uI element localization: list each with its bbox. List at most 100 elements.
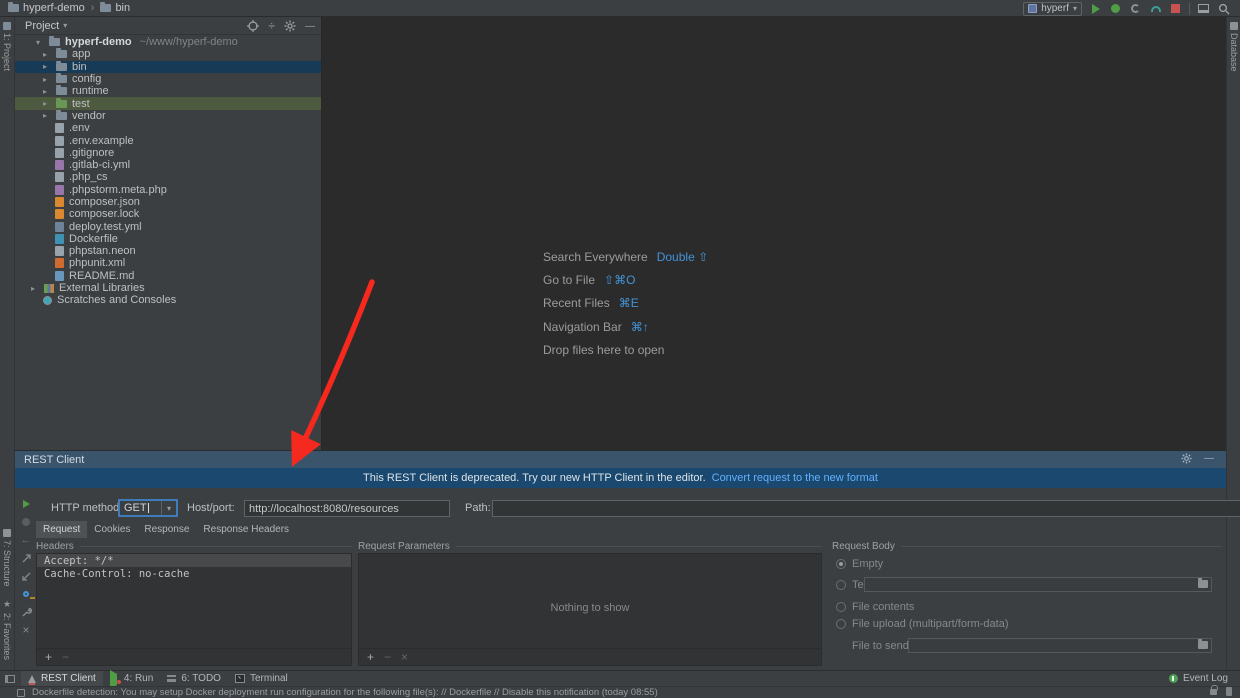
toolwindow-switcher-icon[interactable]: [5, 675, 15, 683]
bottom-tab-terminal[interactable]: Terminal: [228, 671, 295, 687]
wrench-icon: [21, 607, 32, 618]
close-panel-button[interactable]: ×: [15, 621, 37, 639]
notification-icon[interactable]: [17, 689, 25, 697]
status-bar-right: [1210, 687, 1232, 696]
locate-icon[interactable]: [247, 20, 259, 32]
tab-response-headers[interactable]: Response Headers: [196, 521, 296, 538]
hide-panel-icon[interactable]: —: [1204, 453, 1214, 464]
bottom-tab-rest-client[interactable]: REST Client: [21, 671, 103, 687]
clear-parameters-button[interactable]: ×: [401, 650, 408, 664]
run-button[interactable]: [1089, 2, 1102, 15]
tab-response[interactable]: Response: [137, 521, 196, 538]
host-port-input[interactable]: [244, 500, 450, 517]
radio-file-contents[interactable]: File contents: [836, 601, 914, 613]
tree-item-vendor[interactable]: ▸ vendor: [15, 110, 321, 122]
tree-item-scratches[interactable]: Scratches and Consoles: [15, 294, 321, 306]
shortcut-label: Drop files here to open: [543, 343, 664, 357]
event-log-icon: [1169, 674, 1178, 683]
tree-item-external-libraries[interactable]: ▸ External Libraries: [15, 282, 321, 294]
header-row-cache-control[interactable]: Cache-Control: no-cache: [37, 567, 351, 580]
headers-list[interactable]: Accept: */* Cache-Control: no-cache + −: [36, 553, 352, 666]
project-panel-title[interactable]: Project: [25, 20, 59, 32]
tree-item-phpstan-neon[interactable]: phpstan.neon: [15, 245, 321, 257]
remove-parameter-button[interactable]: −: [384, 650, 391, 664]
tab-cookies[interactable]: Cookies: [87, 521, 137, 538]
folder-icon: [49, 38, 60, 46]
export-request-button[interactable]: [15, 549, 37, 567]
scratches-icon: [43, 296, 52, 305]
tree-item-phpstorm-meta[interactable]: .phpstorm.meta.php: [15, 184, 321, 196]
tree-item-root[interactable]: ▾ hyperf-demo ~/www/hyperf-demo: [15, 36, 321, 48]
import-request-button[interactable]: [15, 567, 37, 585]
gear-icon[interactable]: [1181, 453, 1192, 464]
radio-empty[interactable]: Empty: [836, 558, 883, 570]
stop-button[interactable]: [1169, 2, 1182, 15]
tree-item-bin[interactable]: ▸ bin: [15, 61, 321, 73]
bottom-tab-run[interactable]: 4: Run: [103, 671, 160, 687]
file-to-send-input[interactable]: [908, 638, 1212, 653]
lock-icon[interactable]: [1210, 689, 1217, 695]
radio-file-upload[interactable]: File upload (multipart/form-data): [836, 618, 1009, 630]
sidebar-tab-project[interactable]: 1: Project: [2, 22, 12, 71]
replay-recent-button[interactable]: ←: [15, 531, 37, 549]
tree-item-deploy-test-yml[interactable]: deploy.test.yml: [15, 220, 321, 232]
tree-item-config[interactable]: ▸ config: [15, 73, 321, 85]
sidebar-tab-database[interactable]: Database: [1229, 22, 1239, 72]
project-tab-label: 1: Project: [2, 33, 12, 71]
http-method-select[interactable]: GET ▾: [118, 499, 178, 517]
rest-client-header[interactable]: REST Client: [15, 451, 1226, 468]
favorites-tab-label: 2: Favorites: [2, 613, 12, 660]
search-everywhere-button[interactable]: [1217, 2, 1230, 15]
remove-header-button[interactable]: −: [62, 650, 69, 664]
browse-folder-icon[interactable]: [1198, 641, 1208, 649]
add-parameter-button[interactable]: +: [367, 650, 374, 664]
root-path: ~/www/hyperf-demo: [140, 36, 238, 48]
gear-icon[interactable]: [284, 20, 296, 32]
tree-item-phpunit-xml[interactable]: phpunit.xml: [15, 257, 321, 269]
tree-item-readme[interactable]: README.md: [15, 270, 321, 282]
coverage-button[interactable]: [1129, 2, 1142, 15]
submit-request-button[interactable]: [15, 495, 37, 513]
tree-item-dockerfile[interactable]: Dockerfile: [15, 233, 321, 245]
tab-request[interactable]: Request: [36, 521, 87, 538]
toolwindow-button[interactable]: [1197, 2, 1210, 15]
tree-item-gitlab-ci[interactable]: .gitlab-ci.yml: [15, 159, 321, 171]
header-row-accept[interactable]: Accept: */*: [37, 554, 351, 567]
tree-item-composer-json[interactable]: composer.json: [15, 196, 321, 208]
settings-button[interactable]: [15, 603, 37, 621]
status-message[interactable]: Dockerfile detection: You may setup Dock…: [32, 687, 658, 698]
breadcrumb-project[interactable]: hyperf-demo: [23, 2, 85, 14]
event-log-button[interactable]: Event Log: [1169, 670, 1228, 686]
browse-folder-icon[interactable]: [1198, 580, 1208, 588]
indexing-status-icon[interactable]: [1226, 687, 1232, 696]
sidebar-tab-favorites[interactable]: ★ 2: Favorites: [2, 599, 12, 660]
convert-request-link[interactable]: Convert request to the new format: [712, 472, 878, 484]
tree-item-composer-lock[interactable]: composer.lock: [15, 208, 321, 220]
editor-area[interactable]: Search EverywhereDouble ⇧ Go to File⇧⌘O …: [322, 17, 1226, 450]
editor-empty-state: Search EverywhereDouble ⇧ Go to File⇧⌘O …: [543, 245, 708, 361]
tree-item-gitignore[interactable]: .gitignore: [15, 147, 321, 159]
tree-item-app[interactable]: ▸ app: [15, 48, 321, 60]
sidebar-tab-structure[interactable]: 7: Structure: [2, 529, 12, 587]
path-input[interactable]: [492, 500, 1240, 517]
profiler-button[interactable]: [1149, 2, 1162, 15]
add-header-button[interactable]: +: [45, 650, 52, 664]
debug-button[interactable]: [1109, 2, 1122, 15]
tree-item-env[interactable]: .env: [15, 122, 321, 134]
text-body-input[interactable]: [864, 577, 1212, 592]
run-configuration-select[interactable]: hyperf ▾: [1023, 2, 1082, 16]
authentication-button[interactable]: [15, 585, 37, 603]
tree-item-runtime[interactable]: ▸ runtime: [15, 85, 321, 97]
breadcrumb-separator: ›: [91, 2, 95, 14]
breadcrumb-folder[interactable]: bin: [115, 2, 130, 14]
request-parameters-list[interactable]: Nothing to show + − ×: [358, 553, 822, 666]
params-empty-text: Nothing to show: [359, 602, 821, 614]
hide-panel-icon[interactable]: —: [305, 21, 315, 32]
tree-item-php-cs[interactable]: .php_cs: [15, 171, 321, 183]
stop-request-button[interactable]: [15, 513, 37, 531]
tree-item-test[interactable]: ▸ test: [15, 97, 321, 109]
bottom-tab-todo[interactable]: 6: TODO: [160, 671, 228, 687]
shortcut-keys: ⌘↑: [631, 320, 649, 334]
tree-item-env-example[interactable]: .env.example: [15, 134, 321, 146]
collapse-all-icon[interactable]: ÷: [268, 19, 275, 33]
